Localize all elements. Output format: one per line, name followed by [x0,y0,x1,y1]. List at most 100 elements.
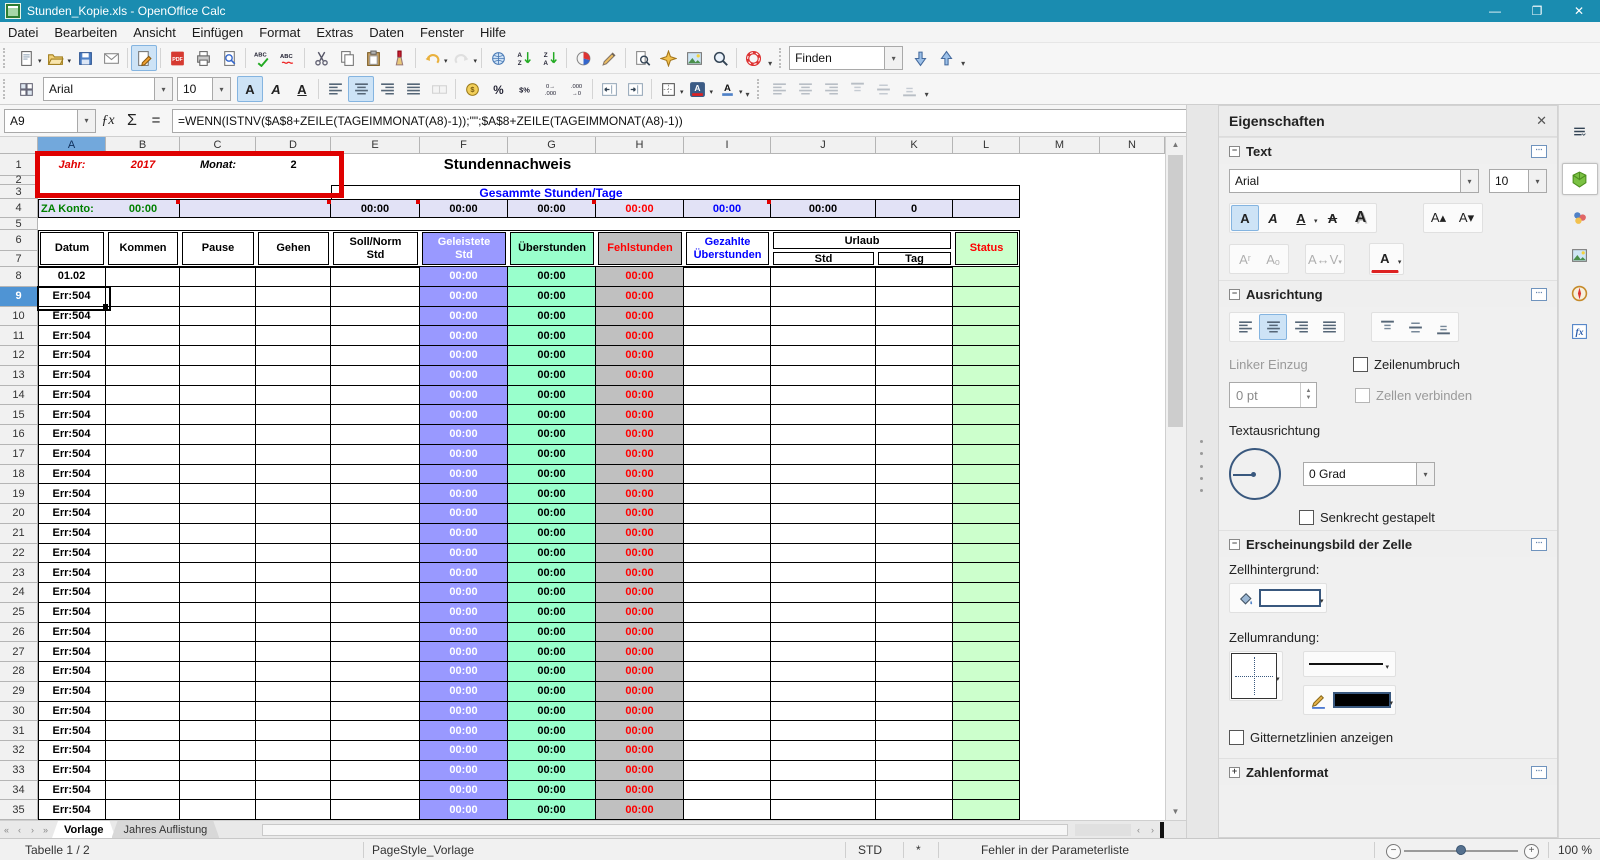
cell-d20[interactable] [256,504,331,524]
cell-j15[interactable] [771,405,876,425]
row-header-27[interactable]: 27 [0,642,38,662]
cell-b9[interactable] [106,286,180,307]
fill-handle[interactable] [103,304,108,309]
cell-b21[interactable] [106,523,180,544]
save-icon[interactable] [72,45,98,71]
row-header-6[interactable]: 6 [0,230,38,251]
new-document-icon[interactable] [13,45,39,71]
cell-l31[interactable] [953,721,1020,741]
row-header-24[interactable]: 24 [0,583,38,603]
cell-i17[interactable] [684,444,771,465]
cell-a24[interactable]: Err:504 [38,583,106,603]
increase-font-button[interactable]: A▴ [1425,205,1453,231]
cell-j32[interactable] [771,741,876,761]
cell-l26[interactable] [953,622,1020,643]
cell-g22[interactable]: 00:00 [508,543,596,564]
cell-b20[interactable] [106,504,180,524]
column-header-H[interactable]: H [596,137,684,154]
rotation-dial[interactable] [1229,448,1281,500]
chevron-down-icon[interactable]: ▾ [68,57,72,65]
page-preview-icon[interactable] [216,45,242,71]
cell-c24[interactable] [180,583,256,603]
cell-a16[interactable]: Err:504 [38,425,106,445]
cell-j22[interactable] [771,543,876,564]
cell-h17[interactable]: 00:00 [596,444,684,465]
align-justify-button[interactable] [400,76,426,102]
cell-f13[interactable]: 00:00 [420,365,508,386]
collapse-icon[interactable]: − [1229,288,1240,300]
cell-f16[interactable]: 00:00 [420,425,508,445]
cell-i30[interactable] [684,701,771,722]
cell-c34[interactable] [180,780,256,801]
menu-datei[interactable]: Datei [0,23,46,42]
name-box[interactable]: A9 ▾ [4,108,96,133]
cell-f29[interactable]: 00:00 [420,681,508,702]
cell-c26[interactable] [180,622,256,643]
gallery-icon[interactable] [681,45,707,71]
summary-cell-f4[interactable]: 00:00 [420,199,508,218]
add-decimal-button[interactable]: 0→ .000 [537,76,563,102]
header-datum[interactable]: Datum [40,232,104,265]
cell-c33[interactable] [180,760,256,781]
cell-c14[interactable] [180,385,256,406]
cell-a20[interactable]: Err:504 [38,504,106,524]
column-header-L[interactable]: L [953,137,1020,154]
cell-a17[interactable]: Err:504 [38,444,106,465]
header-gezahlte[interactable]: Gezahlte Überstunden [686,232,769,265]
toolbar-handle[interactable] [779,48,785,68]
formula-icon[interactable]: = [144,109,168,133]
cell-a31[interactable]: Err:504 [38,721,106,741]
align-center-icon[interactable] [793,76,819,102]
toolbar-handle[interactable] [756,79,763,99]
scroll-up-icon[interactable]: ▲ [1165,137,1186,153]
cell-d31[interactable] [256,721,331,741]
cell-e29[interactable] [331,681,420,702]
cell-e22[interactable] [331,543,420,564]
sidebar-menu-deck-icon[interactable] [1562,115,1598,147]
cell-k10[interactable] [876,306,953,327]
edit-file-icon[interactable] [131,45,158,71]
restore-button[interactable]: ❐ [1516,0,1558,22]
cell-i11[interactable] [684,326,771,346]
draw-functions-icon[interactable] [596,45,622,71]
cell-a28[interactable]: Err:504 [38,662,106,682]
row-header-34[interactable]: 34 [0,780,38,801]
align-center-button[interactable] [348,76,374,102]
cell-f18[interactable]: 00:00 [420,464,508,485]
cell-i21[interactable] [684,523,771,544]
minimize-button[interactable]: — [1474,0,1516,22]
toolbar-handle[interactable] [3,79,9,99]
cell-e9[interactable] [331,286,420,307]
undo-icon[interactable] [419,45,445,71]
cell-i31[interactable] [684,721,771,741]
cell-l21[interactable] [953,523,1020,544]
row-header-10[interactable]: 10 [0,306,38,327]
section-appearance-header[interactable]: − Erscheinungsbild der Zelle ⋯ [1219,530,1557,557]
subscript-button[interactable]: Aₒ [1259,246,1287,272]
number-standard-button[interactable]: $% [511,76,537,102]
cell-e27[interactable] [331,642,420,662]
left-indent-stepper[interactable]: 0 pt ▲ ▼ [1229,382,1317,408]
cell-a14[interactable]: Err:504 [38,385,106,406]
cell-c4-d4[interactable] [180,199,331,218]
cell-i35[interactable] [684,800,771,820]
chevron-down-icon[interactable]: ▾ [710,88,714,96]
menu-extras[interactable]: Extras [308,23,361,42]
summary-cell-g4[interactable]: 00:00 [508,199,596,218]
cell-f31[interactable]: 00:00 [420,721,508,741]
column-header-F[interactable]: F [420,137,508,154]
cell-j12[interactable] [771,346,876,366]
cell-g15[interactable]: 00:00 [508,405,596,425]
cell-k15[interactable] [876,405,953,425]
rotation-combo[interactable]: 0 Grad ▾ [1303,462,1435,486]
cell-a12[interactable]: Err:504 [38,346,106,366]
cell-g32[interactable]: 00:00 [508,741,596,761]
cell-j10[interactable] [771,306,876,327]
cell-g9[interactable]: 00:00 [508,286,596,307]
cell-g23[interactable]: 00:00 [508,563,596,583]
cell-i16[interactable] [684,425,771,445]
section-number-format-header[interactable]: + Zahlenformat ⋯ [1219,758,1557,785]
row-header-11[interactable]: 11 [0,326,38,346]
cell-h14[interactable]: 00:00 [596,385,684,406]
cell-e23[interactable] [331,563,420,583]
